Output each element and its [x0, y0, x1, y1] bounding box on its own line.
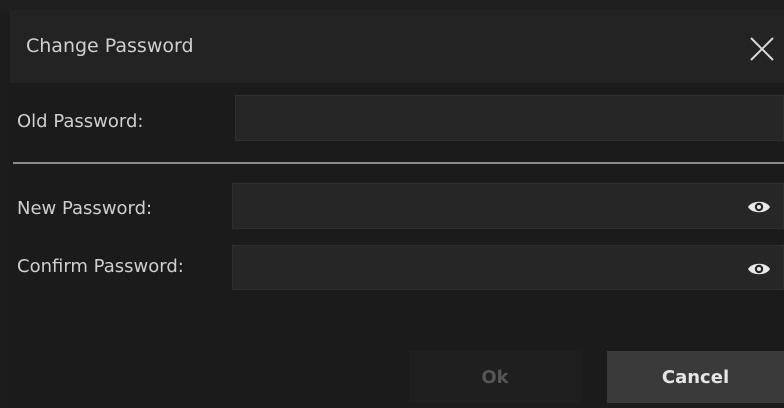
old-password-input[interactable] [236, 96, 783, 140]
eye-icon [748, 263, 770, 275]
new-password-field[interactable] [232, 183, 784, 229]
eye-icon [748, 201, 770, 213]
section-divider [13, 162, 784, 164]
change-password-dialog: Change Password Old Password: New Passwo… [10, 10, 784, 408]
dialog-title: Change Password [26, 35, 194, 57]
old-password-label: Old Password: [17, 111, 144, 132]
old-password-field[interactable] [235, 95, 784, 141]
ok-button[interactable]: Ok [409, 351, 581, 403]
confirm-password-label: Confirm Password: [17, 256, 184, 277]
show-confirm-password-button[interactable] [746, 256, 772, 282]
confirm-password-field[interactable] [232, 245, 784, 290]
window-backdrop [0, 0, 784, 10]
new-password-input[interactable] [233, 184, 783, 228]
close-icon [750, 37, 774, 61]
dialog-body: Old Password: New Password: Confirm Pass… [10, 83, 784, 408]
dialog-titlebar: Change Password [10, 10, 784, 83]
close-button[interactable] [747, 34, 777, 64]
new-password-label: New Password: [17, 198, 153, 219]
show-new-password-button[interactable] [746, 194, 772, 220]
dialog-footer: Ok Cancel [10, 348, 784, 408]
confirm-password-input[interactable] [233, 246, 783, 289]
cancel-button[interactable]: Cancel [607, 351, 784, 403]
